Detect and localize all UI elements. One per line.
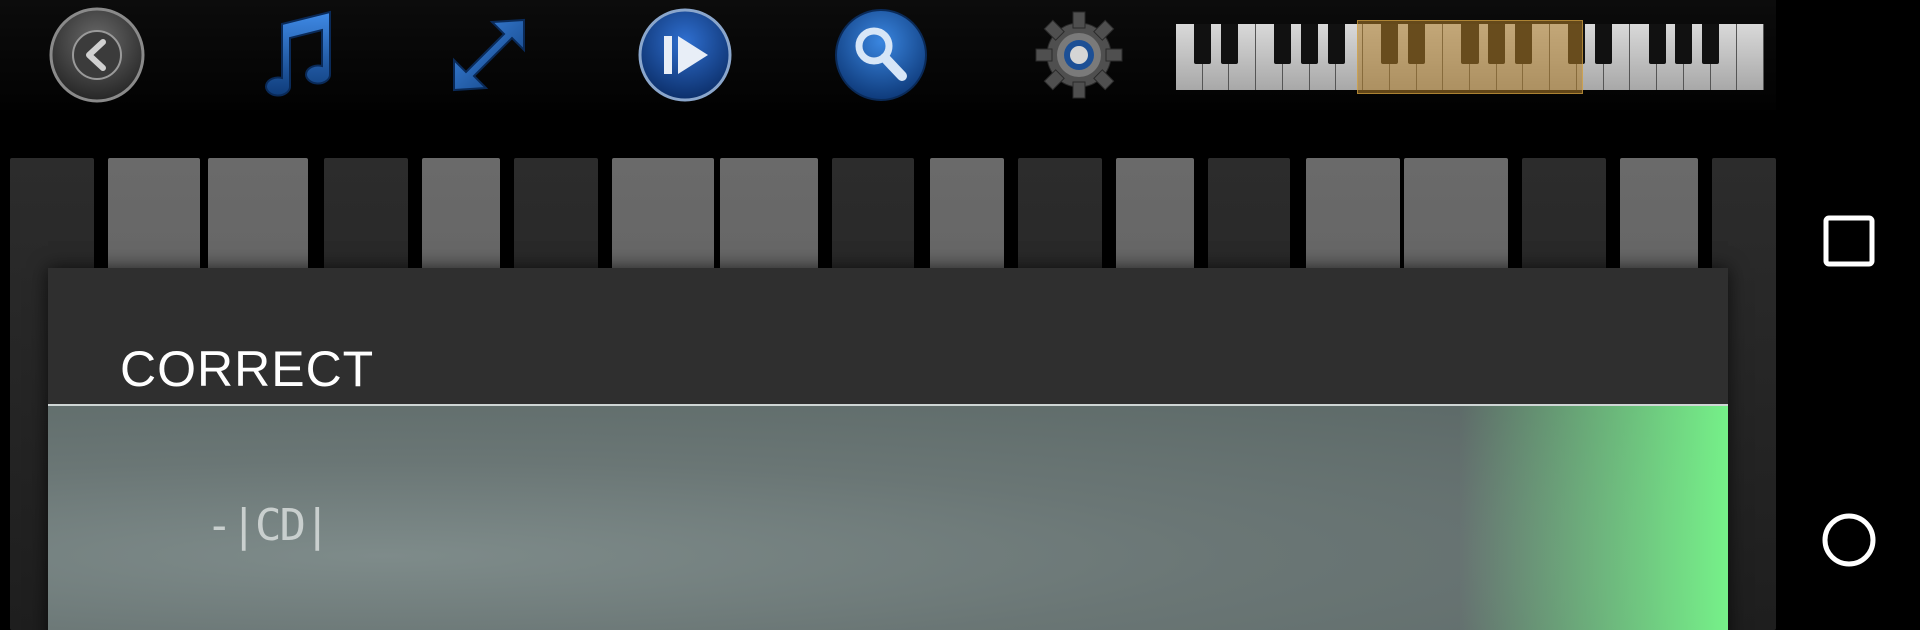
back-arrow-icon [49,7,145,103]
answer-panel: -|CD| [48,404,1728,630]
piano-app: CORRECT -|CD| [0,0,1776,630]
circle-icon [1822,513,1876,567]
back-button[interactable] [48,6,146,104]
visible-range-window[interactable] [1357,20,1583,94]
music-button[interactable] [242,6,340,104]
search-button[interactable] [832,6,930,104]
home-button[interactable] [1822,513,1876,567]
result-dialog: CORRECT -|CD| [48,268,1728,630]
settings-button[interactable] [1030,6,1128,104]
mini-white-key [1737,24,1764,90]
resize-button[interactable] [440,6,538,104]
mini-black-key [1595,24,1613,64]
play-icon [638,8,732,102]
mini-black-key [1194,24,1212,64]
mini-black-key [1648,24,1666,64]
mini-black-key [1701,24,1720,64]
recents-button[interactable] [1822,214,1876,268]
mini-black-key [1274,24,1292,64]
music-note-icon [265,10,332,97]
play-button[interactable] [636,6,734,104]
answer-text: -|CD| [206,500,330,551]
square-icon [1823,215,1875,267]
mini-keyboard-navigator[interactable] [1176,20,1764,94]
mini-black-key [1301,24,1319,64]
magnifier-icon [835,9,927,101]
toolbar [0,0,1776,110]
mini-black-key [1327,24,1345,64]
expand-arrows-icon [453,18,525,92]
gear-icon [1035,11,1123,99]
mini-black-key [1220,24,1238,64]
dialog-title: CORRECT [120,341,375,397]
mini-black-key [1675,24,1693,64]
system-nav-bar [1776,0,1920,630]
